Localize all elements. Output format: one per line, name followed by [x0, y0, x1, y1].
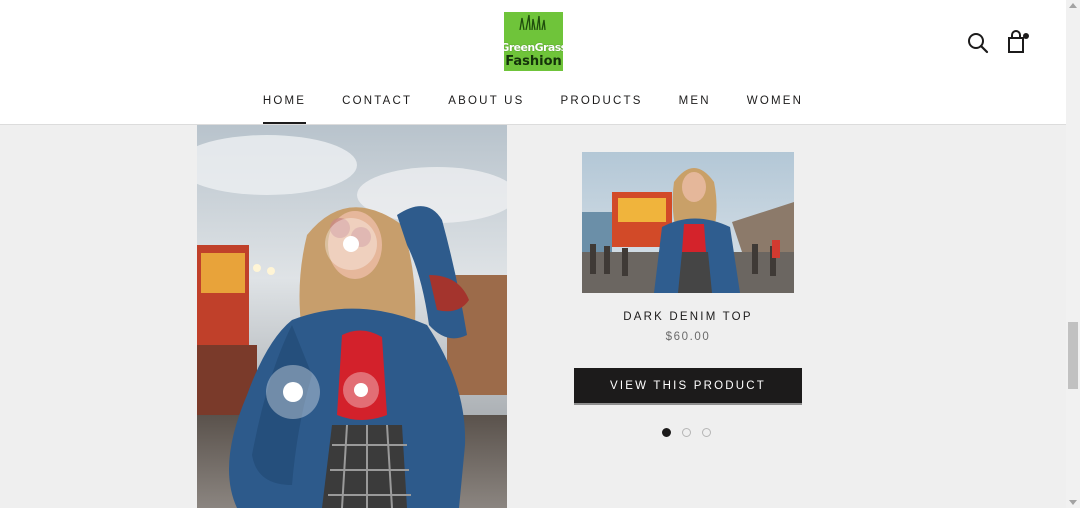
site-header: GreenGrass Fashion HOME CONTACT ABOUT US…: [0, 0, 1066, 125]
grass-icon: [519, 14, 546, 30]
main-nav: HOME CONTACT ABOUT US PRODUCTS MEN WOMEN: [0, 92, 1066, 124]
nav-item-contact[interactable]: CONTACT: [324, 92, 430, 124]
pager-dot[interactable]: [702, 428, 711, 437]
pager-dot[interactable]: [682, 428, 691, 437]
hotspot-dot: [354, 383, 368, 397]
nav-item-products[interactable]: PRODUCTS: [542, 92, 660, 124]
nav-item-home[interactable]: HOME: [245, 92, 324, 124]
product-hotspot[interactable]: [343, 372, 379, 408]
carousel-pager: [662, 428, 711, 437]
woman-denim-jacket-carnival-photo: [582, 152, 794, 293]
hotspot-dot: [283, 382, 303, 402]
hotspot-dot: [343, 236, 359, 252]
scroll-down-arrow-icon[interactable]: [1069, 500, 1077, 505]
page-scrollbar[interactable]: [1066, 0, 1080, 508]
logo-text-line1: GreenGrass: [504, 41, 563, 54]
product-price: $60.00: [665, 331, 711, 343]
nav-item-about-us[interactable]: ABOUT US: [430, 92, 542, 124]
product-image[interactable]: [582, 152, 794, 293]
view-product-button[interactable]: VIEW THIS PRODUCT: [574, 368, 802, 405]
search-icon[interactable]: [966, 31, 990, 55]
scrollbar-thumb[interactable]: [1068, 322, 1078, 389]
product-hotspot[interactable]: [325, 218, 377, 270]
pager-dot[interactable]: [662, 428, 671, 437]
nav-item-women[interactable]: WOMEN: [729, 92, 821, 124]
product-title[interactable]: DARK DENIM TOP: [560, 311, 816, 323]
woman-denim-jacket-photo: [197, 125, 507, 508]
cart-count-dot: [1023, 33, 1029, 39]
logo-text-line2: Fashion: [505, 54, 562, 69]
product-hotspot[interactable]: [266, 365, 320, 419]
shopping-bag-icon[interactable]: [1005, 29, 1031, 55]
brand-logo[interactable]: GreenGrass Fashion: [504, 12, 563, 71]
hero-lookbook-image: [197, 125, 507, 508]
nav-item-men[interactable]: MEN: [661, 92, 729, 124]
scroll-up-arrow-icon[interactable]: [1069, 3, 1077, 8]
